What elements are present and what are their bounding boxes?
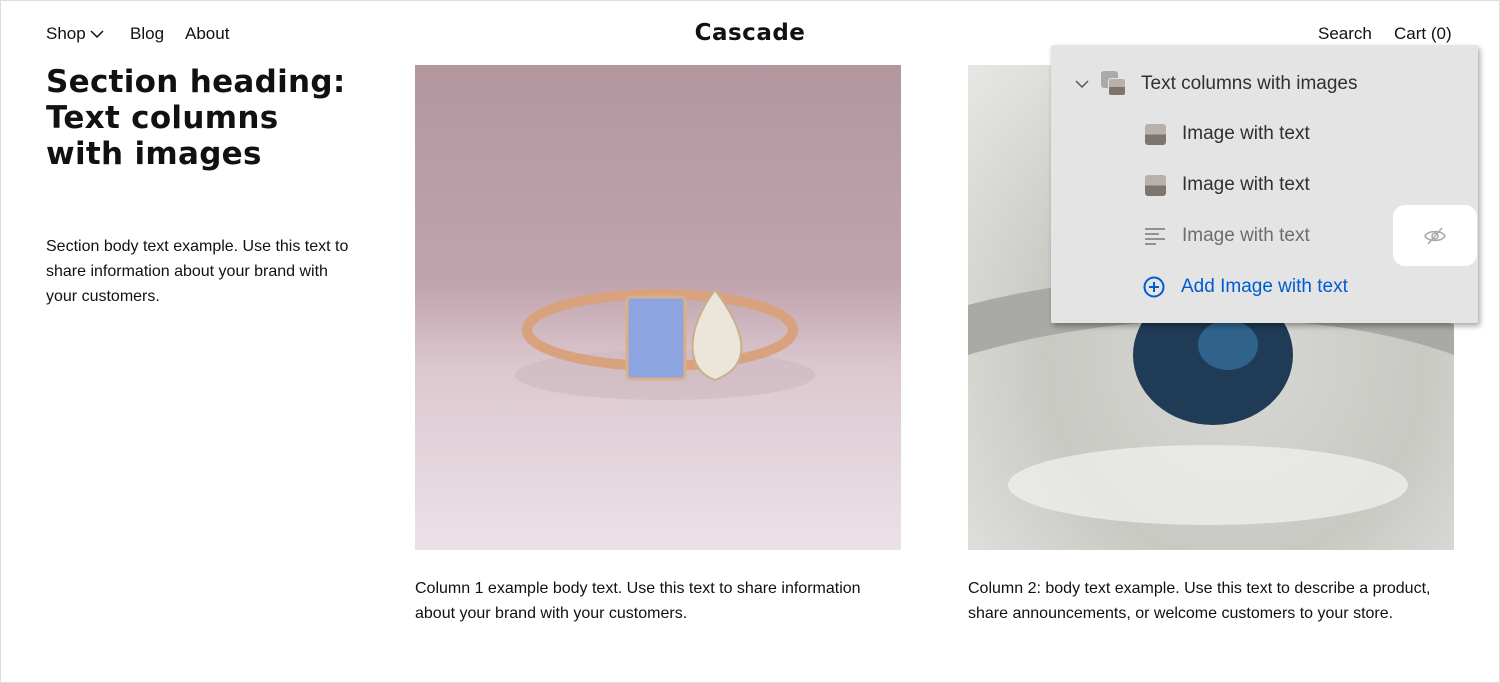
column-2-caption: Column 2: body text example. Use this te… xyxy=(968,580,1431,622)
block-label: Image with text xyxy=(1182,123,1310,144)
image-thumbnail-icon xyxy=(1145,123,1166,145)
block-item[interactable]: Image with text xyxy=(1145,174,1310,196)
section-blocks-panel: Text columns with images Image with text… xyxy=(1051,45,1478,323)
add-block-button[interactable]: Add Image with text xyxy=(1143,276,1348,298)
text-lines-icon xyxy=(1145,228,1165,245)
search-link[interactable]: Search xyxy=(1318,24,1372,44)
section-body: Section body text example. Use this text… xyxy=(46,238,349,305)
column-1-image xyxy=(415,65,901,550)
image-thumbnail-icon xyxy=(1145,174,1166,196)
section-name: Text columns with images xyxy=(1141,73,1358,94)
column-1-caption: Column 1 example body text. Use this tex… xyxy=(415,580,861,622)
block-item[interactable]: Image with text xyxy=(1145,123,1310,145)
visibility-toggle-button[interactable] xyxy=(1393,205,1477,266)
eye-slash-icon xyxy=(1424,226,1446,245)
plus-circle-icon xyxy=(1143,276,1165,298)
chevron-down-icon[interactable] xyxy=(1075,79,1089,89)
add-block-label: Add Image with text xyxy=(1181,276,1348,297)
block-label: Image with text xyxy=(1182,225,1310,246)
block-label: Image with text xyxy=(1182,174,1310,195)
ring-illustration xyxy=(515,288,815,400)
store-logo[interactable]: Cascade xyxy=(0,20,1500,46)
cart-link[interactable]: Cart (0) xyxy=(1394,24,1452,44)
stacked-images-icon xyxy=(1101,71,1127,97)
section-heading: Section heading: Text columns with image… xyxy=(46,64,346,172)
section-tree-parent[interactable]: Text columns with images xyxy=(1075,71,1357,97)
block-item-hidden[interactable]: Image with text xyxy=(1145,225,1310,247)
